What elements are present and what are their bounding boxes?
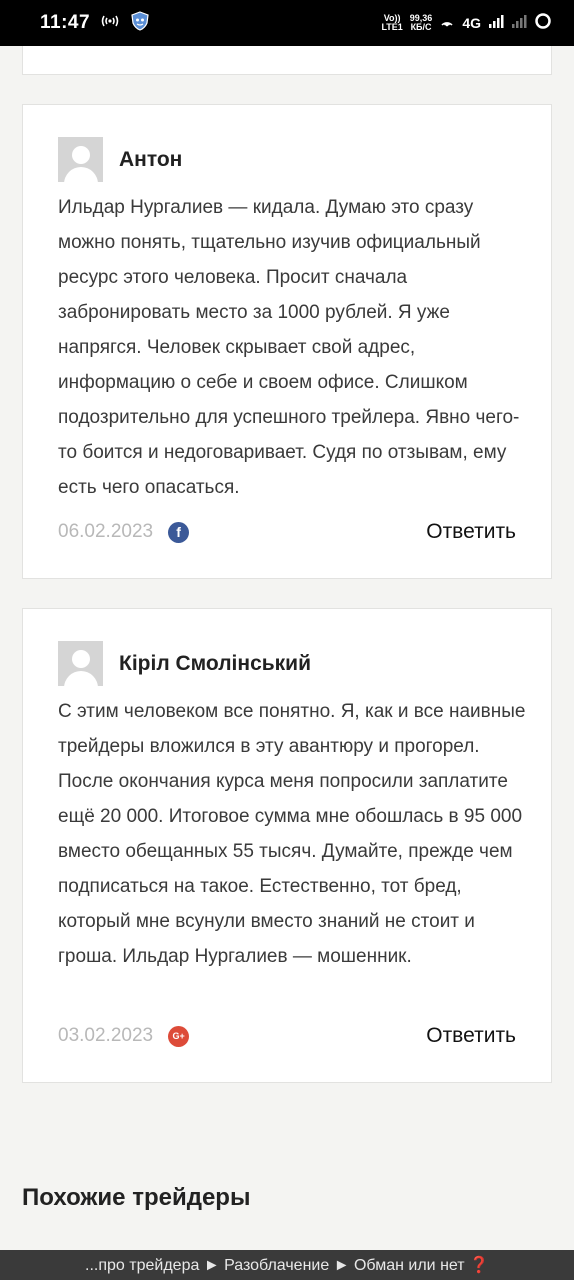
comment-author-row: Кіріл Смолінський	[58, 641, 311, 686]
section-title: Похожие трейдеры	[22, 1184, 251, 1211]
network-type: 4G	[462, 15, 481, 31]
status-bar: 11:47 Vo)) LTE1 99,36 КБ/С 4G	[0, 0, 574, 46]
hotspot-icon	[100, 13, 120, 34]
avatar	[58, 137, 103, 182]
signal-bars-icon	[488, 13, 504, 34]
comment-meta: 03.02.2023 G+ Ответить	[58, 1021, 516, 1051]
comment-text: Ильдар Нургалиев — кидала. Думаю это сра…	[58, 197, 520, 498]
comment-date: 03.02.2023	[58, 1025, 154, 1046]
comment-author: Кіріл Смолінський	[119, 651, 311, 675]
status-time: 11:47	[40, 12, 91, 33]
comment-card: Кіріл Смолінський С этим человеком все п…	[22, 608, 552, 1083]
comment-card: Антон Ильдар Нургалиев — кидала. Думаю э…	[22, 104, 552, 579]
hotspot-signal-icon	[439, 13, 455, 34]
comment-author: Антон	[119, 147, 183, 171]
signal-bars-empty-icon	[511, 13, 527, 34]
comment-text: С этим человеком все понятно. Я, как и в…	[58, 701, 526, 967]
network-speed: 99,36 КБ/С	[409, 13, 433, 32]
comment-date: 06.02.2023	[58, 521, 154, 542]
shield-app-icon	[130, 10, 150, 36]
volte-indicator: Vo)) LTE1	[381, 13, 403, 32]
comment-author-row: Антон	[58, 137, 182, 182]
google-plus-icon: G+	[168, 1025, 190, 1047]
comment-meta: 06.02.2023 f Ответить	[58, 517, 516, 547]
reply-button[interactable]: Ответить	[426, 520, 516, 544]
facebook-icon: f	[168, 521, 190, 543]
reply-button[interactable]: Ответить	[426, 1024, 516, 1048]
avatar	[58, 641, 103, 686]
battery-ring-icon	[534, 12, 552, 35]
previous-comment-card	[22, 46, 552, 75]
bottom-banner[interactable]: ...про трейдера ► Разоблачение ► Обман и…	[0, 1250, 574, 1280]
